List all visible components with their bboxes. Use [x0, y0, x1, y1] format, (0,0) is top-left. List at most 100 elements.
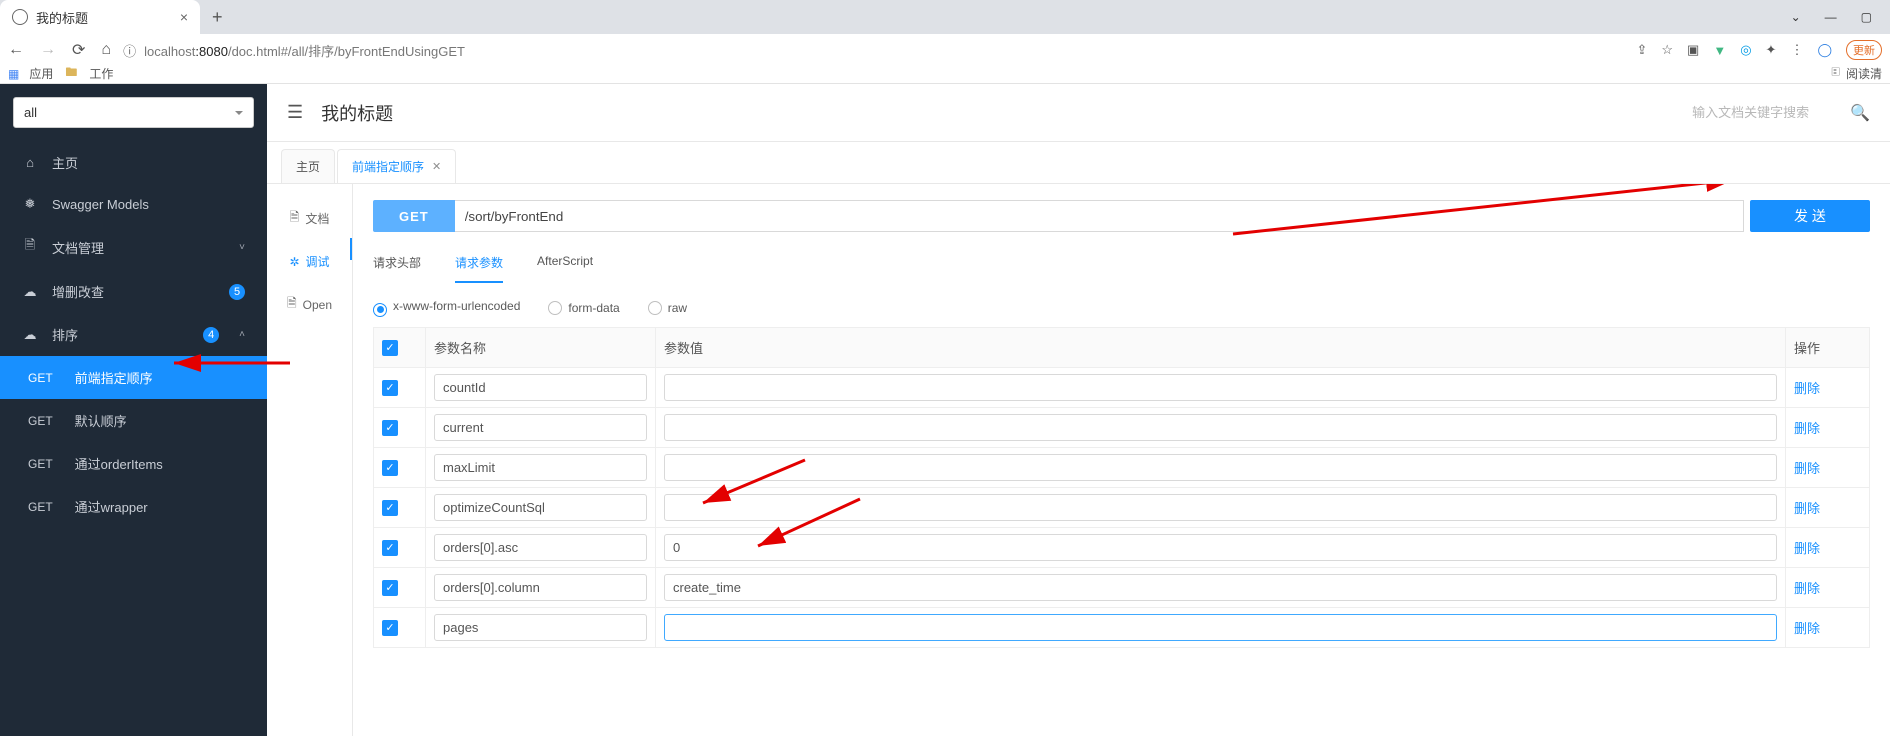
app-shell: all ⌂ 主页❅ Swagger Models🗎 文档管理˅☁ 增删改查5☁ … — [0, 84, 1890, 736]
bookmark-work[interactable]: 工作 — [89, 65, 113, 82]
delete-button[interactable]: 删除 — [1794, 381, 1820, 396]
sidebar-subitem-默认顺序[interactable]: GET 默认顺序 — [0, 399, 267, 442]
site-info-icon[interactable]: ⓘ — [123, 41, 136, 60]
back-icon[interactable]: ← — [8, 41, 24, 59]
vtab-调试[interactable]: ✲调试 — [267, 241, 352, 282]
new-tab-button[interactable]: + — [212, 7, 223, 28]
sidebar-subitem-通过wrapper[interactable]: GET 通过wrapper — [0, 485, 267, 528]
subtab-AfterScript[interactable]: AfterScript — [537, 254, 593, 283]
sidebar-item-排序[interactable]: ☁ 排序4˄ — [0, 313, 267, 356]
row-checkbox[interactable]: ✓ — [382, 580, 398, 596]
ext-icon-1[interactable]: ▣ — [1687, 42, 1699, 58]
folder-icon: 🖿 — [65, 63, 77, 84]
delete-button[interactable]: 删除 — [1794, 461, 1820, 476]
param-value-input[interactable] — [664, 534, 1777, 561]
subtab-请求头部[interactable]: 请求头部 — [373, 254, 421, 283]
param-name-input[interactable] — [434, 454, 647, 481]
delete-button[interactable]: 删除 — [1794, 501, 1820, 516]
delete-button[interactable]: 删除 — [1794, 621, 1820, 636]
select-all-checkbox[interactable]: ✓ — [382, 340, 398, 356]
bodytype-label: form-data — [568, 301, 619, 315]
bodytype-raw[interactable]: raw — [648, 298, 687, 315]
param-value-input[interactable] — [664, 374, 1777, 401]
http-verb-pill: GET — [373, 200, 455, 232]
sidebar-subitem-label: 前端指定顺序 — [75, 368, 153, 387]
row-checkbox[interactable]: ✓ — [382, 460, 398, 476]
update-button[interactable]: 更新 — [1846, 40, 1882, 60]
param-name-input[interactable] — [434, 494, 647, 521]
request-path-input[interactable] — [455, 200, 1744, 232]
bodytype-x-www-form-urlencoded[interactable]: x-www-form-urlencoded — [373, 299, 520, 314]
home-icon[interactable]: ⌂ — [101, 41, 111, 59]
extension-icons: ⇪ ☆ ▣ ▼ ◎ ✦ ⋮ ◯ 更新 — [1636, 40, 1882, 60]
param-value-input[interactable] — [664, 614, 1777, 641]
app-header: ☰ 我的标题 🔍 — [267, 84, 1890, 142]
group-selector[interactable]: all — [13, 97, 254, 128]
vtab-label: Open — [303, 298, 332, 312]
chevron-down-icon[interactable]: ⌄ — [1791, 10, 1801, 24]
sidebar-item-文档管理[interactable]: 🗎 文档管理˅ — [0, 224, 267, 270]
apps-icon[interactable]: ▦ — [8, 67, 17, 81]
url-host: localhost — [144, 44, 195, 59]
row-checkbox[interactable]: ✓ — [382, 420, 398, 436]
param-value-input[interactable] — [664, 454, 1777, 481]
nav-icon: ⌂ — [22, 155, 38, 170]
tab-前端指定顺序[interactable]: 前端指定顺序✕ — [337, 149, 456, 183]
delete-button[interactable]: 删除 — [1794, 581, 1820, 596]
row-checkbox[interactable]: ✓ — [382, 620, 398, 636]
minimize-icon[interactable]: — — [1825, 10, 1837, 24]
sidebar-item-Swagger Models[interactable]: ❅ Swagger Models — [0, 184, 267, 224]
bodytype-form-data[interactable]: form-data — [548, 298, 619, 315]
reading-list[interactable]: 🗉 阅读清 — [1831, 63, 1882, 84]
sidebar-subitem-label: 通过orderItems — [75, 454, 163, 473]
row-checkbox[interactable]: ✓ — [382, 540, 398, 556]
maximize-icon[interactable]: ▢ — [1861, 10, 1872, 24]
param-value-input[interactable] — [664, 574, 1777, 601]
send-button[interactable]: 发 送 — [1750, 200, 1870, 232]
collapse-sidebar-icon[interactable]: ☰ — [287, 102, 303, 123]
address-bar: ← → ⟳ ⌂ ⓘ localhost:8080/doc.html#/all/排… — [0, 34, 1890, 66]
extensions-icon[interactable]: ✦ — [1766, 42, 1777, 58]
search-input[interactable] — [1690, 104, 1840, 121]
param-name-input[interactable] — [434, 574, 647, 601]
close-icon[interactable]: × — [180, 9, 188, 25]
url-display[interactable]: ⓘ localhost:8080/doc.html#/all/排序/byFron… — [123, 41, 1624, 60]
delete-button[interactable]: 删除 — [1794, 421, 1820, 436]
sidebar-item-主页[interactable]: ⌂ 主页 — [0, 141, 267, 184]
param-name-input[interactable] — [434, 614, 647, 641]
reload-icon[interactable]: ⟳ — [72, 40, 85, 60]
row-checkbox[interactable]: ✓ — [382, 380, 398, 396]
nav-icon: ☁ — [22, 284, 38, 300]
vtab-Open[interactable]: 🗎 Open — [267, 282, 352, 327]
profile-icon[interactable]: ◯ — [1817, 42, 1832, 58]
param-value-input[interactable] — [664, 494, 1777, 521]
forward-icon[interactable]: → — [40, 41, 56, 59]
vtab-文档[interactable]: 🗎文档 — [267, 196, 352, 241]
param-name-input[interactable] — [434, 534, 647, 561]
param-value-input[interactable] — [664, 414, 1777, 441]
menu-icon[interactable]: ⋮ — [1790, 42, 1803, 58]
sidebar-item-增删改查[interactable]: ☁ 增删改查5 — [0, 270, 267, 313]
sidebar-subitem-通过orderItems[interactable]: GET 通过orderItems — [0, 442, 267, 485]
ext-icon-2[interactable]: ◎ — [1740, 42, 1751, 58]
browser-tab[interactable]: 我的标题 × — [0, 0, 200, 34]
favicon — [12, 9, 28, 25]
vertical-tab-indicator — [350, 238, 352, 260]
subtab-请求参数[interactable]: 请求参数 — [455, 254, 503, 283]
sidebar-subitem-前端指定顺序[interactable]: GET 前端指定顺序 — [0, 356, 267, 399]
star-icon[interactable]: ☆ — [1661, 42, 1673, 58]
param-name-input[interactable] — [434, 414, 647, 441]
close-icon[interactable]: ✕ — [432, 160, 441, 173]
browser-chrome: 我的标题 × + ⌄ — ▢ ← → ⟳ ⌂ ⓘ localhost:8080/… — [0, 0, 1890, 84]
row-checkbox[interactable]: ✓ — [382, 500, 398, 516]
vue-devtools-icon[interactable]: ▼ — [1713, 43, 1726, 58]
share-icon[interactable]: ⇪ — [1636, 42, 1647, 58]
bookmark-apps[interactable]: 应用 — [29, 65, 53, 82]
delete-button[interactable]: 删除 — [1794, 541, 1820, 556]
radio-icon — [373, 303, 387, 317]
search-icon[interactable]: 🔍 — [1850, 103, 1870, 123]
tab-主页[interactable]: 主页 — [281, 149, 335, 183]
param-name-input[interactable] — [434, 374, 647, 401]
vtab-icon: 🗎 — [287, 294, 297, 315]
main-area: ☰ 我的标题 🔍 主页前端指定顺序✕ 🗎文档✲调试 🗎 Open GET 发 送 请… — [267, 84, 1890, 736]
